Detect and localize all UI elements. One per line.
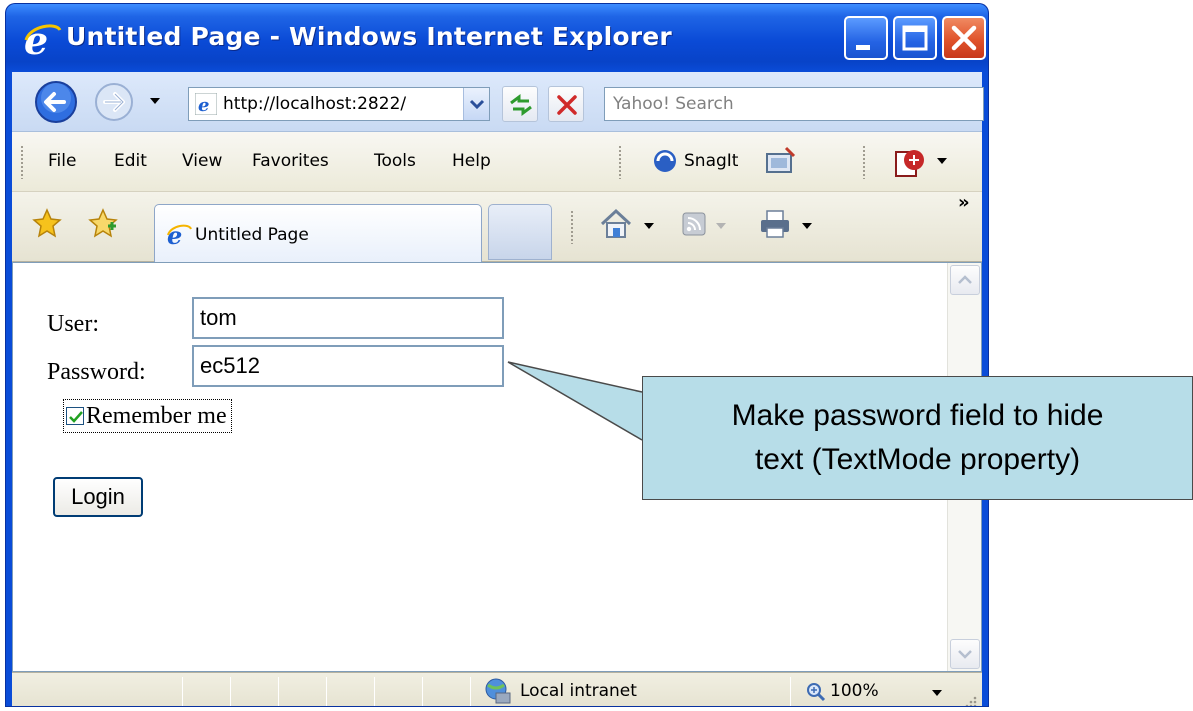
address-dropdown-button[interactable] xyxy=(463,88,489,120)
security-zone-label[interactable]: Local intranet xyxy=(520,681,637,701)
browser-window: e Untitled Page - Windows Internet Explo… xyxy=(6,4,988,706)
refresh-icon xyxy=(510,94,532,116)
chevron-up-icon xyxy=(958,275,972,284)
menu-favorites[interactable]: Favorites xyxy=(252,151,329,171)
close-button[interactable] xyxy=(942,16,986,60)
user-input[interactable] xyxy=(192,297,504,339)
tab-ie-icon: e xyxy=(167,221,192,249)
minimize-icon xyxy=(856,45,870,50)
password-input[interactable] xyxy=(192,345,504,387)
add-favorite-icon[interactable] xyxy=(88,208,118,238)
tab-untitled-page[interactable]: e Untitled Page xyxy=(154,204,482,262)
local-intranet-globe-icon[interactable] xyxy=(482,677,512,705)
title-bar[interactable]: e Untitled Page - Windows Internet Explo… xyxy=(6,4,988,72)
user-label: User: xyxy=(47,311,99,337)
menu-tools[interactable]: Tools xyxy=(374,151,416,171)
password-label: Password: xyxy=(47,359,146,385)
status-separator xyxy=(790,677,791,706)
chevron-down-icon xyxy=(469,99,485,110)
status-separator xyxy=(470,677,471,706)
pdf-convert-icon[interactable] xyxy=(892,146,926,178)
status-separator xyxy=(326,677,327,706)
menu-bar: File Edit View Favorites Tools Help Snag… xyxy=(12,132,982,192)
snagit-capture-icon[interactable] xyxy=(764,146,798,176)
browser-chrome: e http://localhost:2822/ Yahoo! Search F… xyxy=(12,72,984,262)
maximize-icon xyxy=(902,25,928,51)
forward-icon[interactable] xyxy=(94,82,134,122)
menu-view[interactable]: View xyxy=(182,151,222,171)
minimize-button[interactable] xyxy=(844,16,888,60)
pdf-toolbar-grip[interactable] xyxy=(862,145,866,179)
scroll-down-button[interactable] xyxy=(950,639,980,669)
login-button[interactable]: Login xyxy=(53,477,143,517)
search-input[interactable] xyxy=(605,88,983,120)
feeds-icon[interactable] xyxy=(682,212,706,236)
home-dropdown-icon[interactable] xyxy=(644,222,654,230)
home-icon[interactable] xyxy=(598,206,634,242)
window-title: Untitled Page - Windows Internet Explore… xyxy=(66,22,672,51)
snagit-icon[interactable] xyxy=(652,148,678,174)
refresh-button[interactable] xyxy=(502,86,538,122)
feeds-dropdown-icon[interactable] xyxy=(716,222,726,230)
status-bar: Local intranet 100% xyxy=(12,672,982,706)
address-toolbar: e http://localhost:2822/ xyxy=(12,72,984,132)
zoom-level-label[interactable]: 100% xyxy=(830,681,879,701)
more-tools-chevron[interactable]: » xyxy=(958,192,970,213)
annotation-callout: Make password field to hide text (TextMo… xyxy=(642,376,1193,500)
stop-button[interactable] xyxy=(548,86,584,122)
remember-me-checkbox[interactable]: Remember me xyxy=(63,399,232,433)
menu-grip[interactable] xyxy=(20,145,24,179)
back-icon[interactable] xyxy=(34,80,78,124)
print-dropdown-icon[interactable] xyxy=(802,222,812,230)
recent-pages-dropdown-icon[interactable] xyxy=(148,94,162,108)
tab-bar: e Untitled Page » xyxy=(12,192,982,262)
scroll-up-button[interactable] xyxy=(950,265,980,295)
maximize-button[interactable] xyxy=(893,16,937,60)
callout-line-2: text (TextMode property) xyxy=(754,443,1081,476)
callout-line-1: Make password field to hide xyxy=(731,399,1104,432)
zoom-magnifier-icon[interactable] xyxy=(806,682,826,702)
checkbox-box[interactable] xyxy=(66,407,84,425)
favorites-star-icon[interactable] xyxy=(32,208,62,238)
checkmark-icon xyxy=(69,411,83,423)
chevron-down-icon xyxy=(958,650,972,659)
print-icon[interactable] xyxy=(758,208,792,240)
snagit-label[interactable]: SnagIt xyxy=(684,151,738,171)
snagit-toolbar-grip[interactable] xyxy=(618,145,622,179)
remember-me-label: Remember me xyxy=(86,402,227,429)
address-bar[interactable]: e http://localhost:2822/ xyxy=(188,87,490,121)
tab-label: Untitled Page xyxy=(195,225,309,245)
status-separator xyxy=(374,677,375,706)
page-ie-icon: e xyxy=(195,93,217,115)
menu-file[interactable]: File xyxy=(48,151,76,171)
svg-text:e: e xyxy=(198,95,209,115)
status-separator xyxy=(278,677,279,706)
pdf-dropdown-icon[interactable] xyxy=(936,156,948,166)
search-box[interactable] xyxy=(604,87,984,121)
resize-grip-icon[interactable] xyxy=(962,693,978,706)
stop-icon xyxy=(557,95,577,115)
status-separator xyxy=(182,677,183,706)
zoom-dropdown-icon[interactable] xyxy=(932,689,942,697)
internet-explorer-icon: e xyxy=(24,18,62,62)
svg-text:e: e xyxy=(24,18,48,62)
menu-help[interactable]: Help xyxy=(452,151,491,171)
menu-edit[interactable]: Edit xyxy=(114,151,147,171)
address-url: http://localhost:2822/ xyxy=(223,94,407,114)
command-bar-grip[interactable] xyxy=(570,210,574,244)
status-separator xyxy=(422,677,423,706)
status-separator xyxy=(230,677,231,706)
new-tab-button[interactable] xyxy=(488,204,552,260)
close-icon xyxy=(951,25,977,51)
